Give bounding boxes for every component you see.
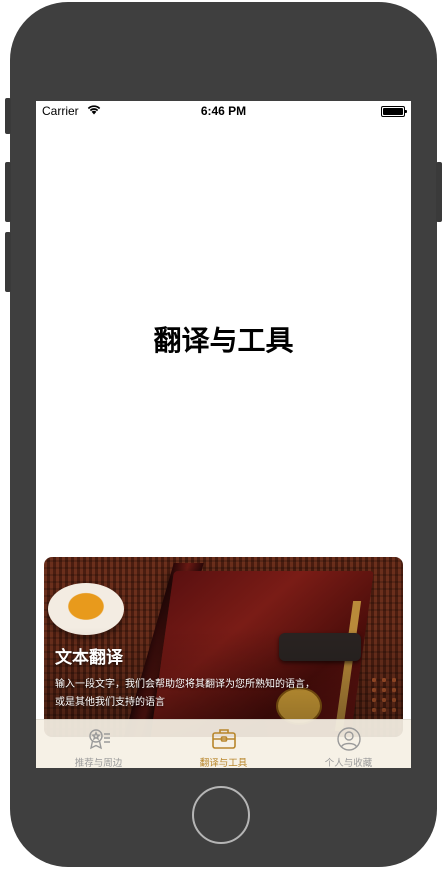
status-time: 6:46 PM [200,104,247,118]
text-translation-card[interactable]: 文本翻译 输入一段文字，我们会帮助您将其翻译为您所熟知的语言， 或是其他我们支持… [44,557,403,737]
phone-screen: Carrier 6:46 PM 翻译与工具 文本翻译 输入一段文字，我们会帮助您… [36,101,411,768]
tab-recommend[interactable]: 推荐与周边 [36,720,161,768]
toolbox-icon [211,726,237,752]
tab-profile[interactable]: 个人与收藏 [286,720,411,768]
mute-switch [5,98,11,134]
tab-bar: 推荐与周边 翻译与工具 个人与收藏 [36,719,411,768]
person-icon [336,726,362,752]
tab-translate-tools[interactable]: 翻译与工具 [161,720,286,768]
tab-recommend-label: 推荐与周边 [74,758,123,768]
battery-icon [381,106,407,117]
card-title: 文本翻译 [55,648,123,668]
card-description-line-2: 或是其他我们支持的语言 [55,697,165,708]
page-title: 翻译与工具 [153,324,294,357]
tab-translate-tools-label: 翻译与工具 [199,758,248,768]
volume-down-button [5,232,11,292]
home-button[interactable] [192,786,250,844]
award-list-icon [86,726,112,752]
status-bar: Carrier 6:46 PM [36,101,411,121]
card-description: 输入一段文字，我们会帮助您将其翻译为您所熟知的语言， 或是其他我们支持的语言 [55,676,345,712]
power-button [436,162,442,222]
volume-up-button [5,162,11,222]
card-description-line-1: 输入一段文字，我们会帮助您将其翻译为您所熟知的语言， [55,679,315,690]
tab-profile-label: 个人与收藏 [324,758,373,768]
